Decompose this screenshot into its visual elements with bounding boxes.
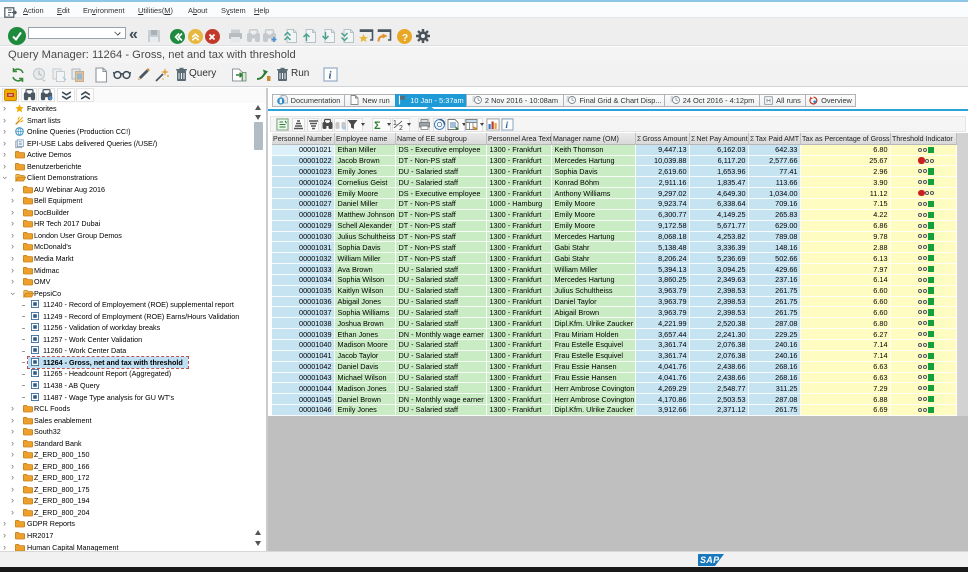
svg-text:Σ: Σ	[374, 120, 381, 131]
svg-text:2: 2	[399, 125, 403, 131]
svg-text:?: ?	[402, 33, 408, 44]
